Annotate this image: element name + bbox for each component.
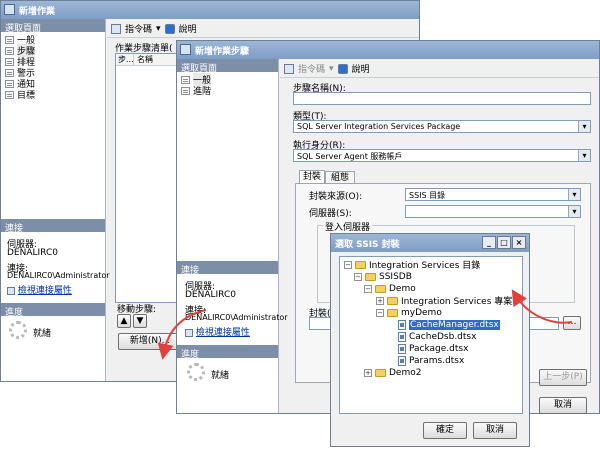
- window-icon: [180, 44, 191, 55]
- tree-node-root[interactable]: − Integration Services 目錄: [344, 259, 480, 271]
- prev-button[interactable]: 上一步(P): [539, 369, 587, 386]
- page-icon: [5, 35, 14, 44]
- step-server-value: DENALIRC0: [185, 290, 236, 300]
- close-icon[interactable]: ×: [512, 236, 526, 249]
- properties-icon: [185, 328, 193, 337]
- page-icon: [5, 46, 14, 55]
- server-value: DENALIRC0: [7, 248, 58, 258]
- step-nav-list: 一般 進階: [177, 72, 278, 98]
- page-icon: [5, 90, 14, 99]
- dialog-window-controls: _ □ ×: [482, 236, 526, 249]
- folder-icon: [375, 284, 386, 293]
- minimize-icon[interactable]: _: [482, 236, 496, 249]
- step-connection-value: DENALIRC0\Administrator: [185, 313, 288, 322]
- server-select[interactable]: [405, 205, 581, 218]
- col-step[interactable]: 步...: [116, 54, 134, 65]
- progress-spinner-icon: [9, 321, 27, 339]
- tree-node-package[interactable]: Params.dtsx: [398, 355, 464, 366]
- page-icon: [181, 86, 190, 95]
- new-step-button[interactable]: 新增(N)...: [118, 333, 182, 350]
- back-left-pane: 選取頁面 一般 步驟 排程 警示 通知 目標 連接 伺服器: DENALIRC0…: [1, 19, 110, 381]
- tree-node-project1[interactable]: + Integration Services 專案1: [376, 295, 518, 307]
- tree-node-demo[interactable]: − Demo: [364, 283, 416, 294]
- progress-header: 進度: [1, 303, 105, 318]
- step-view-connection-properties[interactable]: 檢視連接屬性: [185, 325, 250, 338]
- view-connection-properties[interactable]: 檢視連接屬性: [7, 283, 72, 296]
- script-button[interactable]: 指令碼: [125, 22, 152, 35]
- nav-item-advanced[interactable]: 進階: [181, 85, 274, 97]
- back-toolbar: 指令碼 ▾ 說明: [107, 20, 419, 38]
- package-icon: [398, 319, 406, 330]
- step-progress-status: 就緒: [211, 371, 230, 381]
- select-ssis-package-dialog: 選取 SSIS 封裝 _ □ × − Integration Services 目…: [330, 233, 530, 447]
- move-up-button[interactable]: ▲: [117, 314, 131, 328]
- connection-value: DENALIRC0\Administrator: [7, 271, 110, 280]
- page-icon: [5, 68, 14, 77]
- tree-node-package[interactable]: CacheDsb.dtsx: [398, 331, 476, 342]
- folder-icon: [375, 368, 386, 377]
- package-tree[interactable]: − Integration Services 目錄 − SSISDB − Demo +…: [339, 256, 523, 414]
- steps-list[interactable]: 步... 名稱: [115, 53, 185, 303]
- new-job-titlebar: 新增作業: [1, 1, 419, 19]
- back-nav-list: 一般 步驟 排程 警示 通知 目標: [1, 32, 105, 102]
- step-titlebar: 新增作業步驟: [177, 41, 599, 59]
- window-icon: [4, 4, 15, 15]
- step-toolbar: 指令碼 ▾ 說明: [280, 60, 599, 78]
- dialog-ok-button[interactable]: 確定: [423, 422, 467, 439]
- step-name-input[interactable]: [293, 92, 591, 105]
- help-button[interactable]: 說明: [179, 22, 197, 35]
- step-window-title: 新增作業步驟: [195, 47, 250, 57]
- dialog-title: 選取 SSIS 封裝: [335, 240, 400, 250]
- step-cancel-button[interactable]: 取消: [539, 397, 587, 414]
- tree-node-mydemo[interactable]: − myDemo: [376, 307, 442, 318]
- page-icon: [181, 75, 190, 84]
- database-icon: [365, 272, 376, 281]
- col-name[interactable]: 名稱: [134, 54, 153, 65]
- step-nav-header: 選取頁面: [177, 59, 278, 74]
- steps-list-header: 步... 名稱: [116, 54, 184, 66]
- step-connection-header: 連接: [177, 261, 278, 276]
- step-progress-spinner-icon: [187, 363, 205, 381]
- move-down-button[interactable]: ▼: [133, 314, 147, 328]
- tree-node-package[interactable]: Package.dtsx: [398, 343, 468, 354]
- type-select[interactable]: SQL Server Integration Services Package: [293, 120, 591, 133]
- package-icon: [398, 331, 406, 342]
- script-button[interactable]: 指令碼: [298, 62, 325, 75]
- maximize-icon[interactable]: □: [497, 236, 511, 249]
- package-source-label: 封裝來源(O):: [309, 192, 363, 202]
- tree-node-package-selected[interactable]: CacheManager.dtsx: [398, 319, 500, 330]
- server-field-label: 伺服器(S):: [309, 209, 352, 219]
- progress-status: 就緒: [33, 329, 52, 339]
- script-icon: [284, 63, 294, 74]
- script-icon: [111, 23, 121, 34]
- run-as-select[interactable]: SQL Server Agent 服務帳戶: [293, 149, 591, 162]
- dialog-cancel-button[interactable]: 取消: [473, 422, 517, 439]
- help-icon: [164, 23, 175, 34]
- browse-package-button[interactable]: …: [563, 316, 581, 330]
- package-icon: [398, 343, 406, 354]
- help-icon: [337, 63, 348, 74]
- nav-item-targets[interactable]: 目標: [5, 89, 101, 101]
- folder-icon: [387, 296, 398, 305]
- properties-icon: [7, 286, 15, 295]
- help-button[interactable]: 說明: [352, 62, 370, 75]
- tree-node-ssisdb[interactable]: − SSISDB: [354, 271, 412, 282]
- step-progress-header: 進度: [177, 345, 278, 360]
- step-left-pane: 選取頁面 一般 進階 連接 伺服器: DENALIRC0 連接: DENALIR…: [177, 59, 288, 413]
- tree-node-demo2[interactable]: + Demo2: [364, 367, 421, 378]
- window-title: 新增作業: [19, 7, 56, 17]
- package-source-select[interactable]: SSIS 目錄: [405, 188, 581, 201]
- nav-header: 選取頁面: [1, 19, 105, 34]
- package-icon: [398, 355, 406, 366]
- login-group-label: 登入伺服器: [323, 220, 373, 233]
- tab-package[interactable]: 封裝: [299, 170, 325, 184]
- page-icon: [5, 79, 14, 88]
- folder-icon: [387, 308, 398, 317]
- folder-icon: [355, 260, 366, 269]
- page-icon: [5, 57, 14, 66]
- connection-header: 連接: [1, 219, 105, 234]
